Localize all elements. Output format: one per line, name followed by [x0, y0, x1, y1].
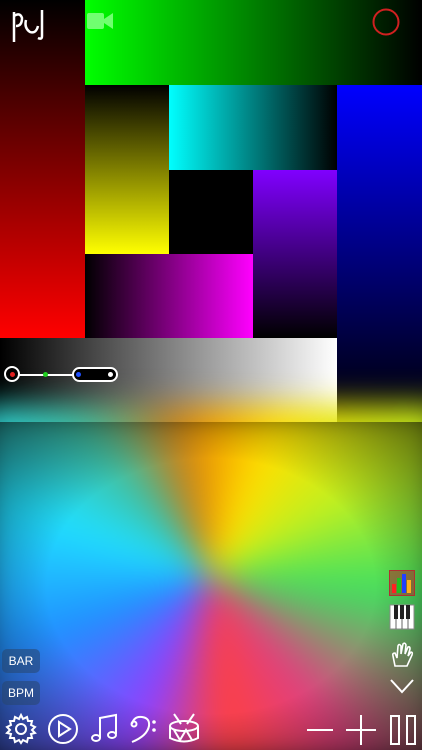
color-pad-cyan[interactable] [169, 85, 337, 170]
color-pad-magenta[interactable] [85, 254, 253, 338]
piano-icon[interactable] [389, 604, 415, 630]
bar-button[interactable]: BAR [2, 649, 40, 673]
bars-icon[interactable] [389, 570, 415, 596]
slider-red-dot [10, 372, 15, 377]
bass-clef-icon[interactable] [126, 712, 160, 746]
color-pad-violet[interactable] [253, 170, 337, 338]
color-pad-blue[interactable] [337, 85, 422, 422]
music-note-icon[interactable] [88, 712, 122, 746]
color-pad-red[interactable] [0, 0, 85, 338]
bpm-label: BPM [7, 686, 34, 700]
minus-icon[interactable] [305, 712, 335, 746]
color-pad-black[interactable] [169, 170, 253, 254]
hand-icon[interactable] [389, 640, 415, 668]
color-pad-yellow[interactable] [85, 85, 169, 254]
pd-logo-icon[interactable] [8, 6, 48, 46]
slider-blue-dot [76, 372, 81, 377]
bar-label: BAR [8, 654, 34, 668]
camera-icon[interactable] [86, 10, 114, 32]
play-icon[interactable] [46, 712, 80, 746]
chevron-down-icon[interactable] [389, 676, 415, 696]
slider-white-dot [108, 372, 113, 377]
pause-icon[interactable] [388, 712, 418, 746]
gear-icon[interactable] [4, 712, 38, 746]
screen: BAR BPM [0, 0, 422, 750]
plus-icon[interactable] [344, 712, 378, 746]
color-wheel-pad[interactable] [0, 405, 422, 750]
bpm-button[interactable]: BPM [2, 681, 40, 705]
record-icon[interactable] [370, 6, 402, 38]
drum-icon[interactable] [164, 712, 204, 746]
slider-green-dot[interactable] [43, 372, 48, 377]
